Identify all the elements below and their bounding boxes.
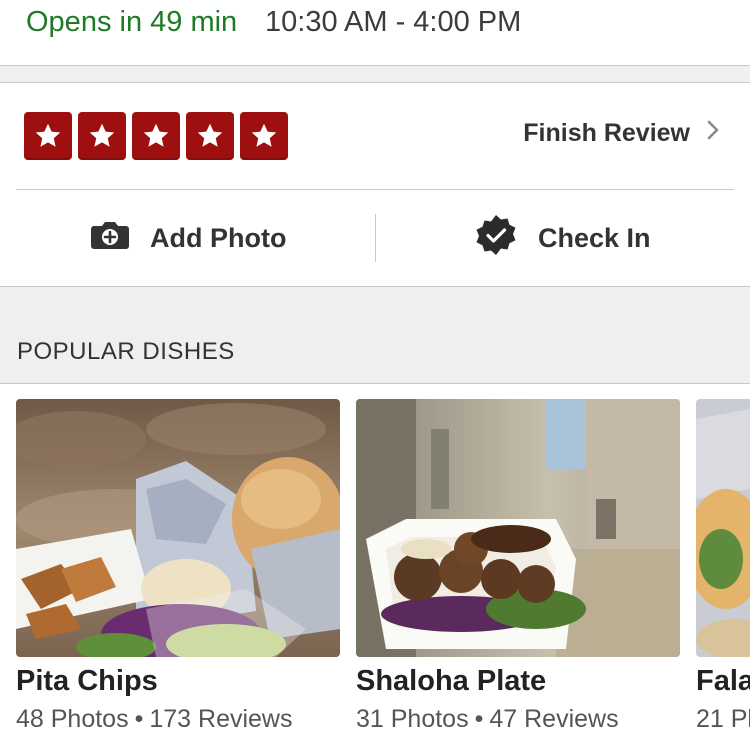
popular-dishes-header: POPULAR DISHES [0,287,750,384]
dish-card-fala[interactable]: Fala 21 Pl [696,399,750,733]
dish-reviews-count: 173 Reviews [149,705,293,733]
hours-range: 10:30 AM - 4:00 PM [265,6,522,38]
section-title: POPULAR DISHES [17,338,235,365]
dish-photos-count: 48 Photos [16,705,129,733]
hours-bar: Opens in 49 min 10:30 AM - 4:00 PM [0,0,750,66]
section-gap [0,66,750,83]
star-icon[interactable] [24,112,72,160]
dish-name: Shaloha Plate [356,665,547,697]
popular-dishes-carousel[interactable]: Pita Chips 48 Photos • 173 Reviews Shalo… [0,384,750,750]
camera-icon [90,219,130,258]
star-icon[interactable] [186,112,234,160]
star-icon[interactable] [78,112,126,160]
action-bar: Add Photo Check In [0,190,750,287]
check-badge-icon [474,213,518,264]
dish-card-shaloha-plate[interactable]: Shaloha Plate 31 Photos • 47 Reviews [356,399,680,733]
chevron-right-icon [706,119,720,148]
dish-name: Pita Chips [16,665,158,697]
dish-reviews-count: 47 Reviews [489,705,619,733]
review-row: Finish Review [0,83,750,190]
dish-photos-count: 21 Pl [696,705,750,733]
check-in-button[interactable]: Check In [474,190,651,286]
star-icon[interactable] [240,112,288,160]
star-rating[interactable] [24,112,288,160]
finish-review-label: Finish Review [523,119,690,147]
star-icon[interactable] [132,112,180,160]
dish-meta: 31 Photos • 47 Reviews [356,705,619,733]
dish-meta: 21 Pl [696,705,750,734]
add-photo-label: Add Photo [150,222,287,253]
finish-review-link[interactable]: Finish Review [523,119,720,148]
dish-photo[interactable] [356,399,680,657]
action-separator [375,214,376,262]
dish-photo[interactable] [696,399,750,657]
dish-name: Fala [696,665,750,697]
add-photo-button[interactable]: Add Photo [90,190,286,286]
open-status: Opens in 49 min [26,6,238,38]
dish-photo[interactable] [16,399,340,657]
check-in-label: Check In [538,222,651,253]
dish-photos-count: 31 Photos [356,705,469,733]
dish-meta: 48 Photos • 173 Reviews [16,705,293,733]
dish-card-pita-chips[interactable]: Pita Chips 48 Photos • 173 Reviews [16,399,340,733]
